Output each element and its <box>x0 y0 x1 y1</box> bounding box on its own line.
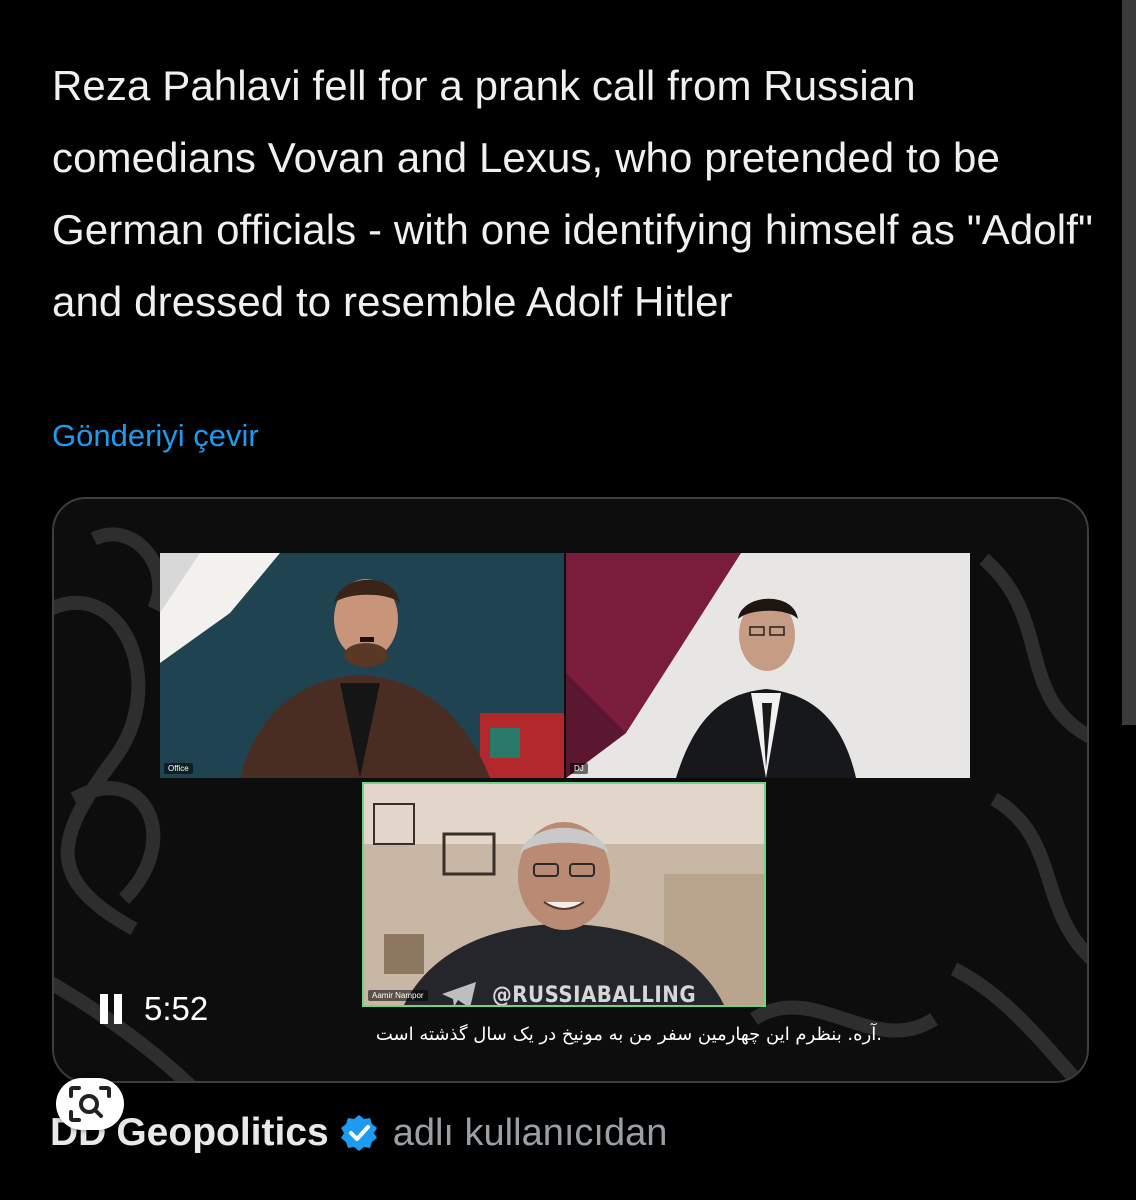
video-controls: 5:52 <box>100 989 208 1029</box>
author-suffix: adlı kullanıcıdan <box>392 1111 668 1154</box>
pause-button[interactable] <box>100 994 122 1024</box>
participant-tile-dj: DJ <box>566 553 970 778</box>
participant-video <box>160 553 564 778</box>
translate-link[interactable]: Gönderiyi çevir <box>52 418 259 454</box>
lens-search-icon <box>69 1086 111 1122</box>
author-attribution[interactable]: DD Geopolitics adlı kullanıcıdan <box>50 1105 667 1161</box>
participant-video <box>566 553 970 778</box>
scrollbar-track[interactable] <box>1122 0 1136 725</box>
video-watermark: @RUSSIABALLING <box>492 983 697 1007</box>
author-name[interactable]: Geopolitics <box>116 1111 328 1155</box>
participant-name-tag: Office <box>164 763 193 774</box>
participant-tile-office: Office <box>160 553 564 778</box>
participant-video <box>364 784 764 1005</box>
participant-name-tag: Aamir Nampor <box>368 990 428 1001</box>
pause-icon <box>100 994 108 1024</box>
video-player[interactable]: Office DJ Aamir Nampor @RUSSIABALLING 5:… <box>52 497 1089 1083</box>
participant-name-tag: DJ <box>570 763 588 774</box>
video-time: 5:52 <box>144 990 209 1027</box>
pause-icon <box>114 994 122 1024</box>
lens-search-button[interactable] <box>56 1078 124 1130</box>
tweet-text: Reza Pahlavi fell for a prank call from … <box>52 62 1093 325</box>
telegram-icon <box>442 982 476 1005</box>
participant-tile-active-speaker: Aamir Nampor @RUSSIABALLING <box>362 782 766 1007</box>
verified-badge-icon <box>340 1115 377 1151</box>
video-subtitle: .آره. بنظرم این چهارمین سفر من به مونیخ … <box>375 1024 882 1045</box>
